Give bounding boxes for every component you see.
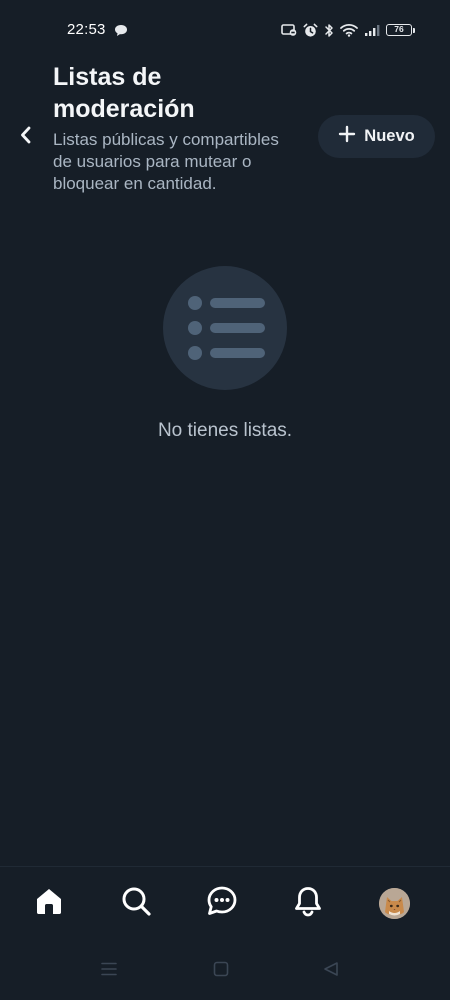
list-icon (163, 296, 287, 394)
back-triangle-icon (322, 960, 340, 983)
battery-icon: 76 (386, 24, 415, 36)
wifi-icon (340, 23, 358, 37)
alarm-icon (303, 23, 318, 38)
status-icons: 76 (281, 20, 415, 40)
back-button[interactable] (12, 122, 40, 152)
bottom-nav (0, 866, 450, 941)
system-back-button[interactable] (320, 960, 342, 983)
new-button-label: Nuevo (364, 127, 415, 145)
empty-state-illustration (163, 266, 287, 390)
plus-icon (338, 125, 356, 148)
nfc-card-icon (281, 23, 297, 37)
nav-chat[interactable] (204, 885, 240, 921)
system-home-button[interactable] (210, 960, 232, 983)
page-title: Listas de moderación (53, 63, 195, 123)
nav-home[interactable] (31, 885, 67, 921)
system-menu-button[interactable] (98, 962, 120, 980)
chevron-left-icon (19, 125, 33, 150)
bell-icon (292, 885, 324, 922)
page-subtitle: Listas públicas y compartibles de usuari… (53, 130, 279, 193)
nav-profile[interactable] (376, 885, 412, 921)
nav-search[interactable] (118, 885, 154, 921)
home-square-icon (212, 960, 230, 983)
signal-icon (364, 24, 380, 37)
avatar (378, 887, 410, 919)
system-nav (0, 940, 450, 1000)
menu-icon (100, 961, 118, 982)
empty-state-message: No tienes listas. (157, 420, 293, 441)
nav-notifications[interactable] (290, 885, 326, 921)
status-bar: 22:53 76 (0, 0, 450, 60)
home-icon (33, 885, 65, 922)
search-icon (120, 885, 152, 922)
chat-bubble-icon (114, 24, 128, 37)
status-time: 22:53 (67, 21, 106, 38)
chat-icon (206, 885, 238, 922)
bluetooth-icon (324, 23, 334, 38)
new-list-button[interactable]: Nuevo (318, 115, 435, 158)
